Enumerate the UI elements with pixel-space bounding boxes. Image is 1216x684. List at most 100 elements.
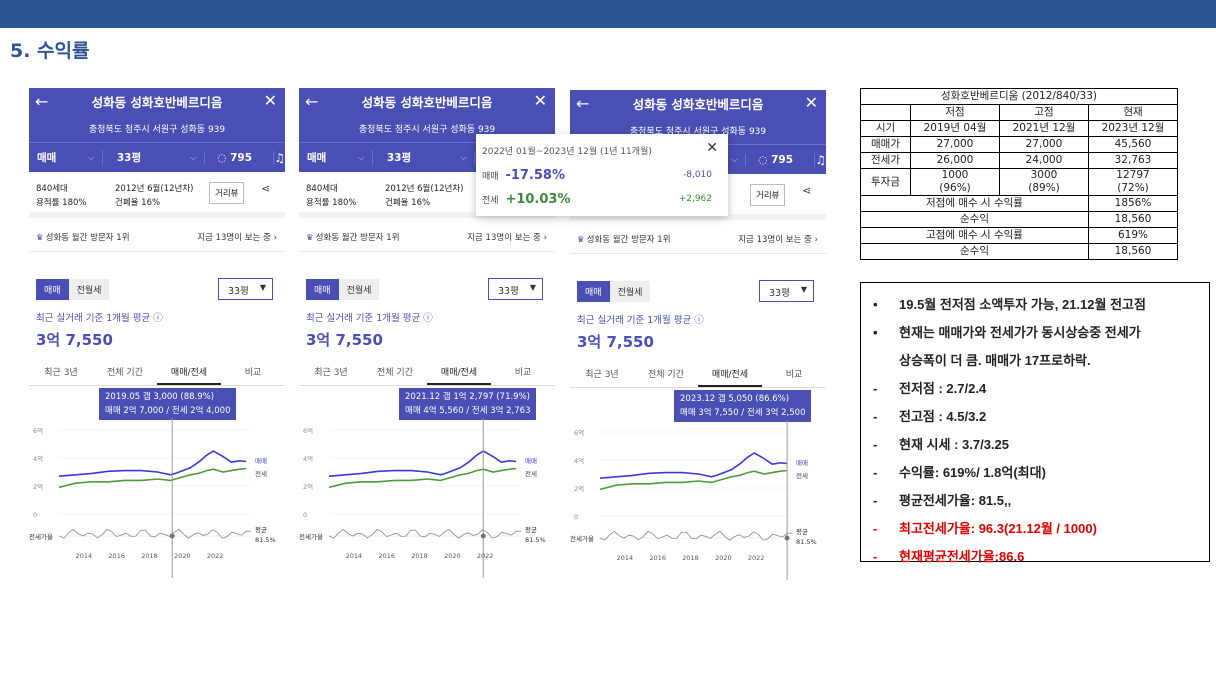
tooltip-line-1: 2023.12 갭 5,050 (86.6%) — [680, 394, 790, 404]
legend-jeonse: 전세 — [525, 469, 537, 478]
tab-recent-3y[interactable]: 최근 3년 — [570, 362, 634, 387]
avg-subtitle: 최근 실거래 기준 1개월 평균 ⓘ — [36, 310, 163, 324]
y-tick-label: 4억 — [33, 455, 43, 463]
close-icon[interactable]: ✕ — [706, 140, 718, 156]
bell-icon[interactable]: ♫ — [273, 150, 285, 165]
y-tick-label: 0 — [33, 511, 37, 519]
size-select[interactable]: 33평 — [371, 150, 461, 165]
size-select[interactable]: 33평 — [101, 150, 191, 165]
tab-compare[interactable]: 비교 — [491, 360, 555, 385]
tooltip-line-1: 2021.12 갭 1억 2,797 (71.9%) — [405, 392, 530, 402]
x-tick-label: 2014 — [346, 552, 363, 560]
comment-count[interactable]: ◌ 795 — [204, 151, 273, 164]
toggle-rent[interactable]: 전월세 — [338, 279, 380, 300]
y-tick-label: 2억 — [574, 485, 584, 493]
tab-compare[interactable]: 비교 — [762, 362, 826, 387]
size-dropdown[interactable]: 33평 ▼ — [759, 280, 814, 302]
popup-jeonse-pct: +10.03% — [505, 192, 571, 207]
size-dropdown[interactable]: 33평 ▼ — [218, 278, 273, 300]
rank-row[interactable]: ♛ 성화동 월간 방문자 1위 지금 13명이 보는 중 › — [29, 218, 285, 252]
price-chart[interactable]: 6억 4억 2억 0 매매전세전세가율 평균 81.5% 2014 2016 2018 2020 20… — [29, 418, 285, 578]
avg-value: 81.5% — [525, 536, 546, 544]
x-tick-label: 2014 — [617, 554, 634, 562]
ratio-label: 전세가율 — [299, 532, 323, 541]
avg-label: 평균 — [255, 525, 267, 534]
app-header: ← 성화동 성화호반베르디음 ✕ 충청북도 청주시 서원구 성화동 939 매매… — [29, 88, 285, 172]
toggle-rent[interactable]: 전월세 — [609, 281, 651, 302]
tab-all-period[interactable]: 전체 기간 — [634, 362, 698, 387]
tab-sale-jeonse[interactable]: 매매/전세 — [698, 362, 762, 387]
y-tick-label: 0 — [574, 513, 578, 521]
tab-all-period[interactable]: 전체 기간 — [363, 360, 427, 385]
tab-sale-jeonse[interactable]: 매매/전세 — [157, 360, 221, 385]
trade-type-select[interactable]: 매매 — [29, 150, 88, 165]
slide: 5. 수익률 ← 성화동 성화호반베르디음 ✕ 충청북도 청주시 서원구 성화동… — [0, 0, 1216, 684]
ratio-series-line — [58, 528, 252, 539]
table-header-cell: 저점 — [910, 104, 1000, 121]
building-coverage: 건폐율 16% — [385, 198, 431, 208]
sale-series-line — [599, 452, 788, 479]
notes-box: • 19.5월 전저점 소액투자 가능, 21.12월 전고점 • 현재는 매매가와 … — [860, 282, 1210, 564]
help-icon[interactable]: ⓘ — [153, 313, 163, 324]
note-line: - 전고점 : 4.5/3.2 — [869, 403, 1209, 431]
avg-label: 평균 — [796, 527, 808, 536]
x-tick-label: 2022 — [748, 554, 765, 562]
street-view-button[interactable]: 거리뷰 — [750, 184, 786, 206]
tab-recent-3y[interactable]: 최근 3년 — [299, 360, 363, 385]
note-text: 최고전세가율: 96.3(21.12월 / 1000) — [899, 521, 1097, 536]
close-icon[interactable]: ✕ — [264, 91, 277, 110]
bullet: - — [873, 549, 878, 564]
trade-type-select[interactable]: 매매 — [299, 150, 358, 165]
visitor-rank: 성화동 월간 방문자 1위 — [586, 235, 671, 245]
size-dropdown-value: 33평 — [228, 286, 249, 297]
bell-icon[interactable]: ♫ — [814, 152, 826, 167]
note-text: 전저점 : 2.7/2.4 — [899, 381, 987, 396]
invest-amount: 12797 — [1116, 169, 1150, 181]
chart-cursor-dot — [480, 533, 486, 539]
app-screenshot-1: ← 성화동 성화호반베르디음 ✕ 충청북도 청주시 서원구 성화동 939 매매… — [29, 88, 285, 578]
y-tick-label: 6억 — [574, 429, 584, 437]
chart-tabs: 최근 3년 전체 기간 매매/전세 비교 — [570, 362, 826, 388]
toggle-sale[interactable]: 매매 — [577, 281, 610, 302]
toggle-sale[interactable]: 매매 — [306, 279, 339, 300]
table-cell: 32,763 — [1088, 152, 1178, 169]
caret-down-icon: ▼ — [800, 285, 807, 294]
comment-icon: ◌ — [758, 153, 772, 166]
complex-title: 성화동 성화호반베르디음 — [91, 95, 223, 110]
x-tick-label: 2016 — [378, 552, 395, 560]
table-cell: 18,560 — [1088, 243, 1178, 260]
help-icon[interactable]: ⓘ — [694, 315, 704, 326]
toggle-sale[interactable]: 매매 — [36, 279, 69, 300]
comment-count-value: 795 — [230, 151, 252, 164]
y-tick-label: 2억 — [33, 483, 43, 491]
trade-toggle: 매매 전월세 — [36, 279, 110, 300]
households: 840세대 — [306, 184, 338, 194]
share-icon[interactable]: ⋖ — [261, 182, 270, 195]
help-icon[interactable]: ⓘ — [423, 313, 433, 324]
tab-compare[interactable]: 비교 — [221, 360, 285, 385]
ratio-label: 전세가율 — [29, 532, 53, 541]
period-change-popup: 2022년 01월~2023년 12월 (1년 11개월) ✕ 매매 -17.5… — [476, 134, 728, 216]
price-chart[interactable]: 6억 4억 2억 0 매매전세전세가율 평균 81.5% 2014 2016 2018 2020 20… — [570, 420, 826, 580]
share-icon[interactable]: ⋖ — [802, 184, 811, 197]
table-cell: 매매가 — [860, 136, 911, 153]
tab-sale-jeonse[interactable]: 매매/전세 — [427, 360, 491, 385]
bullet: - — [873, 521, 878, 536]
table-row: 고점에 매수 시 수익률 619% — [860, 227, 1178, 244]
comment-count[interactable]: ◌ 795 — [745, 153, 814, 166]
street-view-button[interactable]: 거리뷰 — [209, 182, 245, 204]
bullet: • — [873, 297, 878, 312]
tab-recent-3y[interactable]: 최근 3년 — [29, 360, 93, 385]
price-chart[interactable]: 6억 4억 2억 0 매매전세전세가율 평균 81.5% 2014 2016 2018 2020 20… — [299, 418, 555, 578]
toggle-rent[interactable]: 전월세 — [68, 279, 110, 300]
close-icon[interactable]: ✕ — [534, 91, 547, 110]
summary-table: 성화호반베르디움 (2012/840/33) 저점 고점 현재 시기 2019년… — [860, 88, 1178, 260]
rank-row[interactable]: ♛ 성화동 월간 방문자 1위 지금 13명이 보는 중 › — [299, 218, 555, 252]
close-icon[interactable]: ✕ — [805, 93, 818, 112]
tab-all-period[interactable]: 전체 기간 — [93, 360, 157, 385]
note-text: 현재는 매매가와 전세가가 동시상승중 전세가 — [899, 325, 1141, 340]
rank-row[interactable]: ♛ 성화동 월간 방문자 1위 지금 13명이 보는 중 › — [570, 220, 826, 254]
crown-icon: ♛ — [36, 233, 44, 243]
sale-series-line — [58, 450, 247, 477]
size-dropdown[interactable]: 33평 ▼ — [488, 278, 543, 300]
